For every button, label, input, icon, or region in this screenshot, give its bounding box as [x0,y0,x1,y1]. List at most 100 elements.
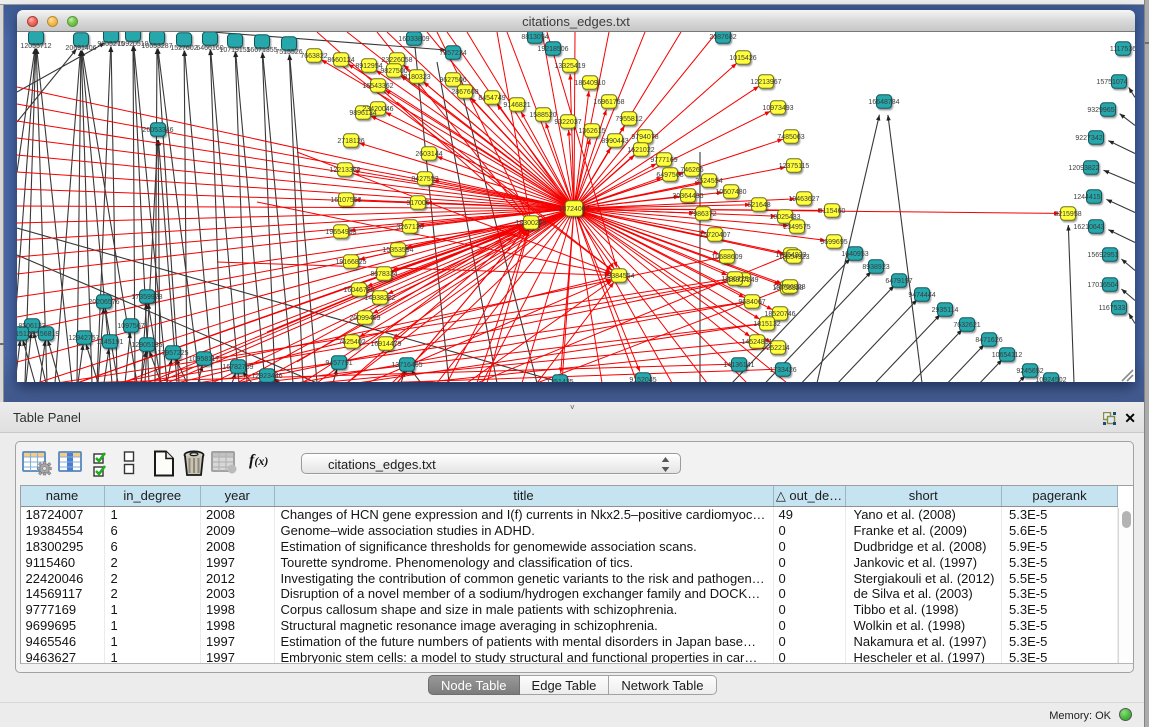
svg-text:8912954: 8912954 [355,63,382,70]
svg-text:2935114: 2935114 [932,307,959,314]
svg-text:7632621: 7632621 [953,322,980,329]
svg-text:9245652: 9245652 [1016,368,1043,375]
svg-text:9896134: 9896134 [349,110,376,117]
svg-text:2603144: 2603144 [415,151,442,158]
svg-text:1815132: 1815132 [753,321,780,328]
svg-text:317006: 317006 [406,200,429,207]
svg-text:10973493: 10973493 [762,105,793,112]
svg-text:16961758: 16961758 [593,99,624,106]
svg-text:26053346: 26053346 [142,127,173,134]
svg-text:2087682: 2087682 [709,34,736,41]
svg-text:10654112: 10654112 [992,352,1023,359]
svg-text:19384554: 19384554 [603,273,634,280]
svg-text:1145191: 1145191 [97,339,124,346]
svg-text:19654983: 19654983 [325,229,356,236]
svg-text:17016504: 17016504 [1087,282,1118,289]
svg-text:8660124: 8660124 [327,57,354,64]
svg-text:2349575: 2349575 [783,224,810,231]
svg-text:18300295: 18300295 [515,220,546,227]
svg-text:3215958: 3215958 [1054,211,1081,218]
svg-text:9115460: 9115460 [819,208,846,215]
svg-text:1527602: 1527602 [170,45,197,52]
svg-text:2718126: 2718126 [337,138,364,145]
svg-text:1362615: 1362615 [578,128,605,135]
svg-text:15720407: 15720407 [699,232,730,239]
svg-text:12055712: 12055712 [20,43,51,50]
svg-text:14938222: 14938222 [364,295,395,302]
svg-text:8990443: 8990443 [601,138,628,145]
svg-text:12213967: 12213967 [750,79,781,86]
svg-text:8938923: 8938923 [862,264,889,271]
svg-text:19218506: 19218506 [537,46,568,53]
svg-text:17957225: 17957225 [157,350,188,357]
svg-text:16107553: 16107553 [330,197,361,204]
svg-text:7515526: 7515526 [275,49,302,56]
svg-text:1351435: 1351435 [546,379,573,383]
svg-text:19654923: 19654923 [778,254,809,261]
svg-text:12213369: 12213369 [329,167,360,174]
svg-text:8878334: 8878334 [370,271,397,278]
svg-text:621648: 621648 [747,202,770,209]
svg-text:12942757: 12942757 [68,335,99,342]
svg-text:9474444: 9474444 [908,292,935,299]
svg-text:1244415: 1244415 [1073,194,1100,201]
svg-text:16648784: 16648784 [868,99,899,106]
svg-text:9329965: 9329965 [1087,107,1114,114]
svg-text:19166825: 19166825 [335,259,366,266]
svg-text:16046788: 16046788 [343,287,374,294]
svg-text:9227342: 9227342 [1075,135,1102,142]
svg-text:7663822: 7663822 [300,53,327,60]
svg-text:7955812: 7955812 [615,116,642,123]
svg-text:1733426: 1733426 [769,367,796,374]
svg-text:16543362: 16543362 [362,83,393,90]
svg-text:9627506: 9627506 [439,77,466,84]
svg-text:1621022: 1621022 [627,147,654,154]
svg-text:2867608: 2867608 [451,89,478,96]
svg-text:8813054: 8813054 [521,34,548,41]
svg-text:15692951: 15692951 [1087,252,1118,259]
svg-text:8506123: 8506123 [18,323,45,330]
svg-text:9684067: 9684067 [738,299,765,306]
svg-text:8427552: 8427552 [411,176,438,183]
svg-text:9777169: 9777169 [650,157,677,164]
svg-text:1640953: 1640953 [841,251,868,258]
svg-text:12375115: 12375115 [779,163,810,170]
svg-text:16671355: 16671355 [246,47,277,54]
svg-text:7625402: 7625402 [338,339,365,346]
svg-text:9699695: 9699695 [820,239,847,246]
svg-text:16033809: 16033809 [398,36,429,43]
svg-text:1156819: 1156819 [33,331,60,338]
svg-text:13325419: 13325419 [554,63,585,70]
svg-text:18640910: 18640910 [574,80,605,87]
svg-text:17359928: 17359928 [131,294,162,301]
svg-text:1117536: 1117536 [1110,46,1135,53]
svg-text:8180323: 8180323 [403,74,430,81]
svg-text:15751074: 15751074 [1096,79,1127,86]
svg-text:18724007: 18724007 [558,206,589,213]
svg-text:10958117: 10958117 [189,356,220,363]
svg-text:3267130: 3267130 [396,224,423,231]
svg-text:20099489: 20099489 [349,315,380,322]
svg-text:10653287: 10653287 [141,43,172,50]
svg-text:12923446: 12923446 [251,373,282,380]
svg-text:12093822: 12093822 [1068,165,1099,172]
svg-text:10607480: 10607480 [715,189,746,196]
svg-text:9152045: 9152045 [629,377,656,383]
svg-text:20756928: 20756928 [774,284,805,291]
svg-text:8471626: 8471626 [975,337,1002,344]
svg-text:14136141: 14136141 [723,362,754,369]
svg-text:6479197: 6479197 [885,278,912,285]
svg-text:9322037: 9322037 [554,119,581,126]
svg-text:7485063: 7485063 [777,134,804,141]
svg-text:7986372: 7986372 [689,211,716,218]
svg-text:20691406: 20691406 [65,45,96,52]
svg-text:746266: 746266 [680,167,703,174]
svg-text:16914479: 16914479 [370,341,401,348]
svg-text:20364436: 20364436 [672,193,703,200]
svg-text:15353594: 15353594 [382,247,413,254]
svg-text:20206576: 20206576 [88,299,119,306]
svg-text:7357224: 7357224 [439,50,466,57]
svg-text:1015426: 1015426 [729,55,756,62]
svg-text:19463627: 19463627 [788,196,819,203]
svg-text:9794078: 9794078 [631,134,658,141]
